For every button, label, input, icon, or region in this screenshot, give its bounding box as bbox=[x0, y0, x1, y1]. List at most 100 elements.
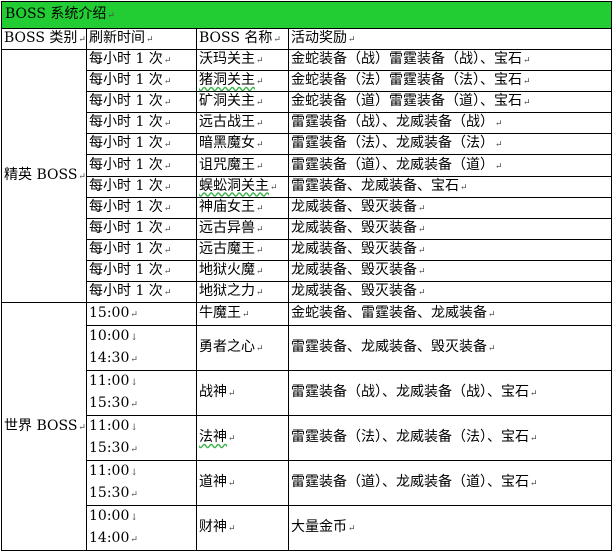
boss-name-text: 牛魔王 bbox=[199, 305, 241, 322]
table-row: 每小时 1 次↵ 神庙女王↵ 龙威装备、毁灭装备↵ bbox=[2, 196, 612, 219]
boss-name-text: 勇者之心 bbox=[199, 339, 255, 356]
reward: 龙威装备、毁灭装备↵ bbox=[287, 281, 612, 304]
paragraph-mark: ↵ bbox=[163, 98, 172, 109]
time-value: 15:30 bbox=[89, 395, 130, 412]
paragraph-mark: ↵ bbox=[256, 98, 264, 109]
paragraph-mark: ↵ bbox=[256, 344, 264, 355]
reward-text: 雷霆装备（战）、龙威装备（战） bbox=[291, 114, 494, 131]
boss-name: 远古魔王↵ bbox=[196, 238, 289, 261]
reward-text: 大量金币 bbox=[291, 519, 347, 536]
time-line: 10:00↓ bbox=[89, 327, 194, 349]
reward-text: 龙威装备、毁灭装备 bbox=[291, 261, 417, 278]
table-row: 每小时 1 次↵ 远古异兽↵ 龙威装备、毁灭装备↵ bbox=[2, 217, 612, 240]
paragraph-mark: ↵ bbox=[256, 119, 264, 130]
paragraph-mark: ↵ bbox=[460, 182, 468, 193]
paragraph-mark: ↵ bbox=[78, 422, 86, 433]
paragraph-mark: ↵ bbox=[530, 434, 538, 445]
refresh-time: 每小时 1 次↵ bbox=[86, 154, 197, 177]
refresh-time: 每小时 1 次↵ bbox=[86, 175, 197, 198]
boss-name: 牛魔王↵ bbox=[196, 302, 289, 327]
reward: 雷霆装备（道）、龙威装备（道）、宝石↵ bbox=[287, 460, 612, 507]
time-list: 15:00↵ bbox=[89, 304, 194, 325]
reward: 雷霆装备、龙威装备、宝石↵ bbox=[287, 175, 612, 198]
paragraph-mark: ↵ bbox=[163, 77, 172, 88]
paragraph-mark: ↵ bbox=[530, 479, 538, 490]
refresh-time-text: 每小时 1 次 bbox=[89, 114, 163, 131]
reward-text: 雷霆装备（法）、龙威装备（法）、宝石 bbox=[291, 429, 529, 446]
paragraph-mark: ↵ bbox=[130, 445, 138, 456]
table-row: 每小时 1 次↵ 远古战王↵ 雷霆装备（战）、龙威装备（战） ↵ bbox=[2, 112, 612, 135]
reward: 金蛇装备（战）雷霆装备（战）、宝石↵ bbox=[287, 48, 612, 72]
paragraph-mark: ↵ bbox=[163, 161, 172, 172]
reward: 雷霆装备（道）、龙威装备（道）↵ bbox=[287, 154, 612, 177]
refresh-time: 每小时 1 次↵ bbox=[86, 217, 197, 240]
boss-name-text: 财神 bbox=[199, 519, 227, 536]
paragraph-mark: ↵ bbox=[270, 182, 278, 193]
refresh-time: 每小时 1 次↵ bbox=[86, 133, 197, 156]
reward-text: 雷霆装备、龙威装备、宝石 bbox=[291, 177, 459, 194]
paragraph-mark: ↵ bbox=[130, 310, 138, 321]
boss-table: BOSS 系统介绍↵ BOSS 类别↵ 刷新时间↵ BOSS 名称↵ 活动奖励↵… bbox=[0, 1, 612, 551]
time-line: 10:00↓ bbox=[89, 507, 194, 529]
time-line: 15:30↵ bbox=[89, 393, 194, 415]
paragraph-mark: ↵ bbox=[348, 524, 356, 535]
paragraph-mark: ↵ bbox=[228, 479, 236, 490]
refresh-time-text: 每小时 1 次 bbox=[89, 240, 163, 257]
paragraph-mark: ↵ bbox=[163, 140, 172, 151]
boss-name: 道神↵ bbox=[196, 460, 289, 507]
paragraph-mark: ↵ bbox=[488, 310, 496, 321]
paragraph-mark: ↵ bbox=[256, 203, 264, 214]
refresh-time-text: 每小时 1 次 bbox=[89, 72, 163, 89]
paragraph-mark: ↵ bbox=[523, 77, 531, 88]
paragraph-mark: ↵ bbox=[495, 161, 503, 172]
table-row: 每小时 1 次↵ 暗黑魔女↵ 雷霆装备（法）、龙威装备（法）↵ bbox=[2, 133, 612, 156]
reward-text: 雷霆装备（战）、龙威装备（战）、宝石 bbox=[291, 384, 529, 401]
table-row: 每小时 1 次↵ 远古魔王↵ 龙威装备、毁灭装备↵ bbox=[2, 238, 612, 261]
boss-name: 远古战王↵ bbox=[196, 112, 289, 135]
time-line: 15:00↵ bbox=[89, 304, 194, 325]
paragraph-mark: ↵ bbox=[256, 245, 264, 256]
paragraph-mark: ↵ bbox=[256, 266, 264, 277]
refresh-time-text: 每小时 1 次 bbox=[89, 135, 163, 152]
boss-name: 法神↵ bbox=[196, 415, 289, 462]
time-list: 10:00↓ 14:30↵ bbox=[89, 327, 194, 370]
boss-name-text: 战神 bbox=[199, 384, 227, 401]
refresh-time: 每小时 1 次↵ bbox=[86, 112, 197, 135]
reward: 雷霆装备（战）、龙威装备（战）、宝石↵ bbox=[287, 370, 612, 417]
refresh-time: 每小时 1 次↵ bbox=[86, 48, 197, 72]
time-line: 11:00↓ bbox=[89, 372, 194, 394]
paragraph-mark: ↵ bbox=[130, 355, 138, 366]
category-world-text: 世界 BOSS bbox=[4, 417, 78, 434]
paragraph-mark: ↵ bbox=[256, 140, 264, 151]
paragraph-mark: ↵ bbox=[256, 56, 264, 67]
boss-name: 蜈蚣洞关主↵ bbox=[196, 175, 289, 198]
linebreak-mark: ↓ bbox=[130, 513, 138, 524]
time-list: 11:00↓ 15:30↵ bbox=[89, 462, 194, 505]
paragraph-mark: ↵ bbox=[523, 56, 531, 67]
time-line: 14:30↵ bbox=[89, 348, 194, 370]
reward-text: 龙威装备、毁灭装备 bbox=[291, 240, 417, 257]
time-value: 15:30 bbox=[89, 485, 130, 502]
paragraph-mark: ↵ bbox=[488, 344, 496, 355]
boss-name-text: 沃玛关主 bbox=[199, 51, 255, 68]
refresh-time: 11:00↓ 15:30↵ bbox=[86, 460, 197, 507]
paragraph-mark: ↵ bbox=[228, 524, 236, 535]
paragraph-mark: ↵ bbox=[130, 400, 138, 411]
time-line: 11:00↓ bbox=[89, 462, 194, 484]
time-line: 15:30↵ bbox=[89, 483, 194, 505]
time-line: 14:00↵ bbox=[89, 528, 194, 550]
refresh-time: 10:00↓ 14:30↵ bbox=[86, 325, 197, 372]
boss-name: 战神↵ bbox=[196, 370, 289, 417]
table-row: 每小时 1 次↵ 地狱之力↵ 龙威装备、毁灭装备↵ bbox=[2, 281, 612, 304]
table-row: 精英 BOSS↵ 每小时 1 次↵ 沃玛关主↵ 金蛇装备（战）雷霆装备（战）、宝石↵ bbox=[1, 48, 612, 304]
refresh-time: 每小时 1 次↵ bbox=[86, 70, 197, 93]
linebreak-mark: ↓ bbox=[130, 423, 138, 434]
boss-name-text: 法神 bbox=[199, 429, 227, 446]
time-value: 15:30 bbox=[89, 440, 130, 457]
refresh-time-text: 每小时 1 次 bbox=[89, 283, 163, 300]
paragraph-mark: ↵ bbox=[256, 224, 264, 235]
table-row: 11:00↓ 15:30↵ 道神↵ 雷霆装备（道）、龙威装备（道）、宝石↵ bbox=[2, 460, 612, 507]
header-category: BOSS 类别↵ bbox=[1, 28, 87, 50]
linebreak-mark: ↓ bbox=[130, 378, 138, 389]
category-elite-text: 精英 BOSS bbox=[4, 167, 78, 184]
